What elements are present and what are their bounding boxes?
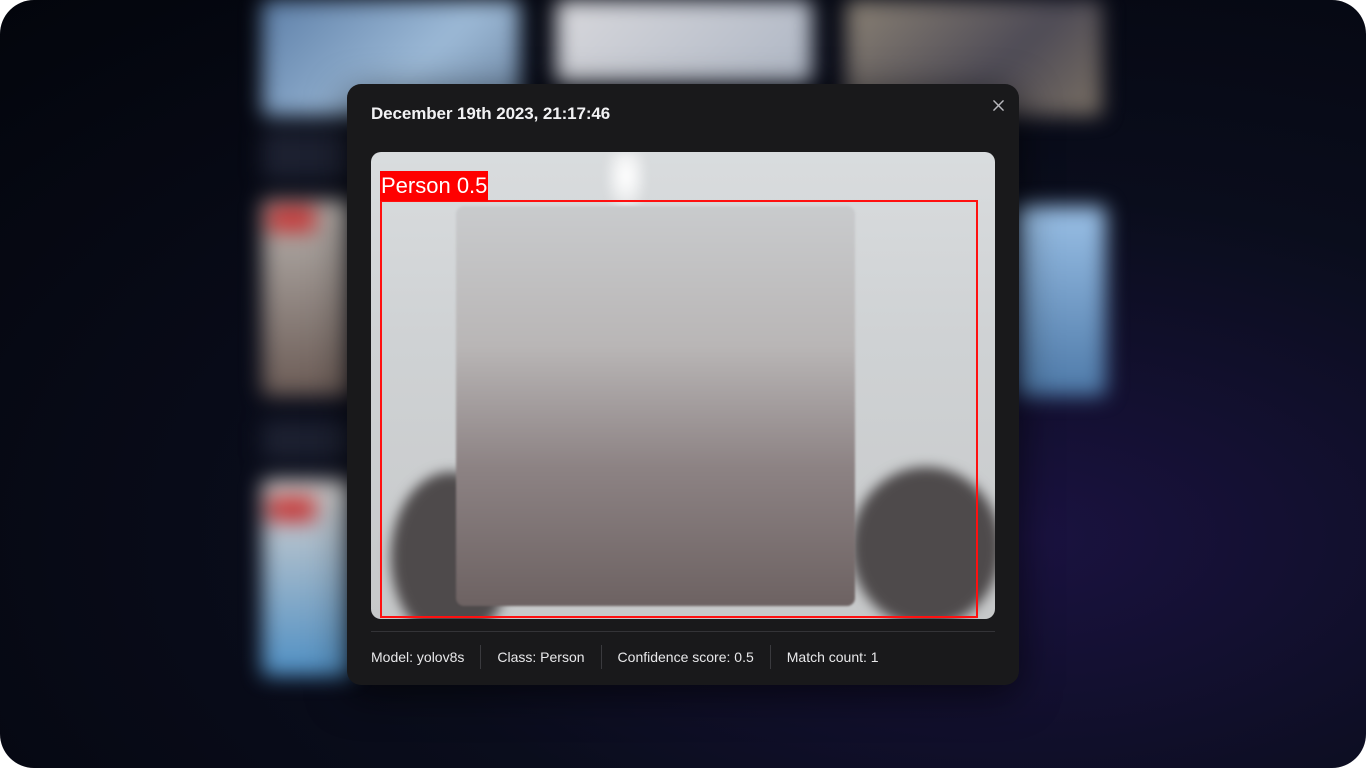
background-label: [268, 206, 316, 232]
match-count-info: Match count: 1: [786, 649, 879, 665]
confidence-info: Confidence score: 0.5: [617, 649, 754, 665]
background-panel: [262, 130, 352, 180]
divider: [371, 631, 995, 632]
bounding-box: [380, 200, 978, 618]
class-info: Class: Person: [497, 649, 585, 665]
detection-modal: December 19th 2023, 21:17:46 Person 0.5 …: [347, 84, 1019, 685]
close-icon: [992, 99, 1004, 111]
background-thumbnail: [1016, 206, 1106, 396]
background-label: [268, 496, 316, 522]
background-panel: [262, 420, 352, 460]
close-button[interactable]: [989, 96, 1007, 114]
detection-image: Person 0.5: [371, 152, 995, 619]
model-info: Model: yolov8s: [371, 649, 465, 665]
background-thumbnail: [556, 0, 812, 84]
screen: December 19th 2023, 21:17:46 Person 0.5 …: [0, 0, 1366, 768]
detection-info-bar: Model: yolov8s Class: Person Confidence …: [371, 645, 895, 669]
bounding-box-label: Person 0.5: [380, 171, 489, 201]
modal-title: December 19th 2023, 21:17:46: [371, 104, 611, 123]
